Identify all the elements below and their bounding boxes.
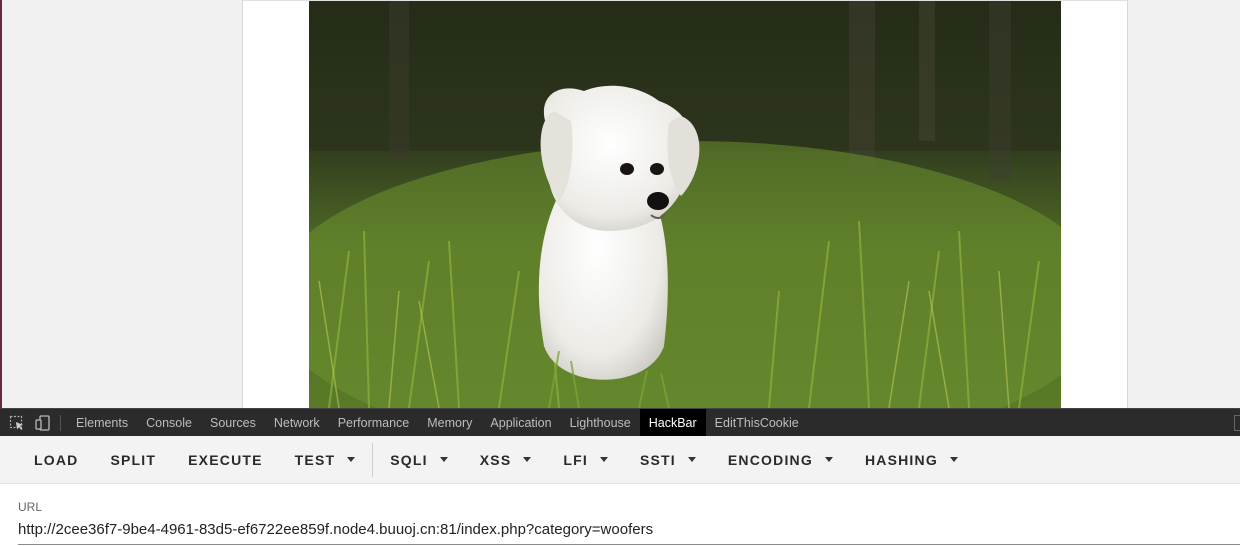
- tab-editthiscookie[interactable]: EditThisCookie: [706, 409, 808, 437]
- encoding-menu-button[interactable]: ENCODING: [712, 442, 849, 478]
- tab-elements[interactable]: Elements: [67, 409, 137, 437]
- devtools-tab-bar: Elements Console Sources Network Perform…: [0, 408, 1240, 437]
- split-button[interactable]: SPLIT: [94, 442, 172, 478]
- tab-hackbar[interactable]: HackBar: [639, 408, 706, 437]
- load-button[interactable]: LOAD: [18, 442, 94, 478]
- tab-console[interactable]: Console: [137, 409, 201, 437]
- xss-menu-button[interactable]: XSS: [464, 442, 548, 478]
- ssti-menu-label: SSTI: [639, 451, 676, 468]
- caret-down-icon: [949, 457, 958, 462]
- lfi-menu-label: LFI: [563, 451, 588, 468]
- tab-memory[interactable]: Memory: [418, 409, 481, 437]
- tab-lighthouse[interactable]: Lighthouse: [561, 409, 640, 437]
- caret-down-icon: [523, 457, 532, 462]
- hackbar-toolbar: LOAD SPLIT EXECUTE TEST SQLI XSS LFI SST…: [0, 436, 1240, 484]
- tab-performance[interactable]: Performance: [329, 409, 419, 437]
- caret-down-icon: [347, 457, 356, 462]
- tab-sources[interactable]: Sources: [201, 409, 265, 437]
- split-button-label: SPLIT: [110, 451, 157, 468]
- url-panel: URL: [0, 484, 1240, 546]
- ssti-menu-button[interactable]: SSTI: [624, 442, 712, 478]
- devtools-separator: [60, 414, 61, 431]
- tab-application[interactable]: Application: [481, 409, 560, 437]
- device-toolbar-icon[interactable]: [30, 409, 56, 437]
- url-input[interactable]: [18, 515, 1240, 545]
- devtools-overflow-indicator: [1234, 415, 1240, 431]
- caret-down-icon: [824, 457, 833, 462]
- caret-down-icon: [439, 457, 448, 462]
- xss-menu-label: XSS: [479, 451, 512, 468]
- hashing-menu-label: HASHING: [864, 451, 938, 468]
- load-button-label: LOAD: [34, 451, 79, 468]
- lfi-menu-button[interactable]: LFI: [547, 442, 624, 478]
- hashing-menu-button[interactable]: HASHING: [849, 442, 974, 478]
- caret-down-icon: [687, 457, 696, 462]
- test-menu-button[interactable]: TEST: [279, 442, 372, 478]
- tab-network[interactable]: Network: [265, 409, 329, 437]
- dog-photo: [309, 1, 1061, 408]
- inspect-element-icon[interactable]: [4, 409, 30, 437]
- toolbar-divider: [372, 442, 374, 477]
- window-edge: [0, 0, 2, 408]
- encoding-menu-label: ENCODING: [727, 451, 813, 468]
- test-menu-label: TEST: [294, 451, 336, 468]
- execute-button[interactable]: EXECUTE: [172, 442, 279, 478]
- caret-down-icon: [599, 457, 608, 462]
- sqli-menu-button[interactable]: SQLI: [374, 442, 463, 478]
- sqli-menu-label: SQLI: [390, 451, 428, 468]
- url-label: URL: [18, 500, 43, 514]
- browser-viewport: [0, 0, 1240, 408]
- execute-button-label: EXECUTE: [188, 451, 263, 468]
